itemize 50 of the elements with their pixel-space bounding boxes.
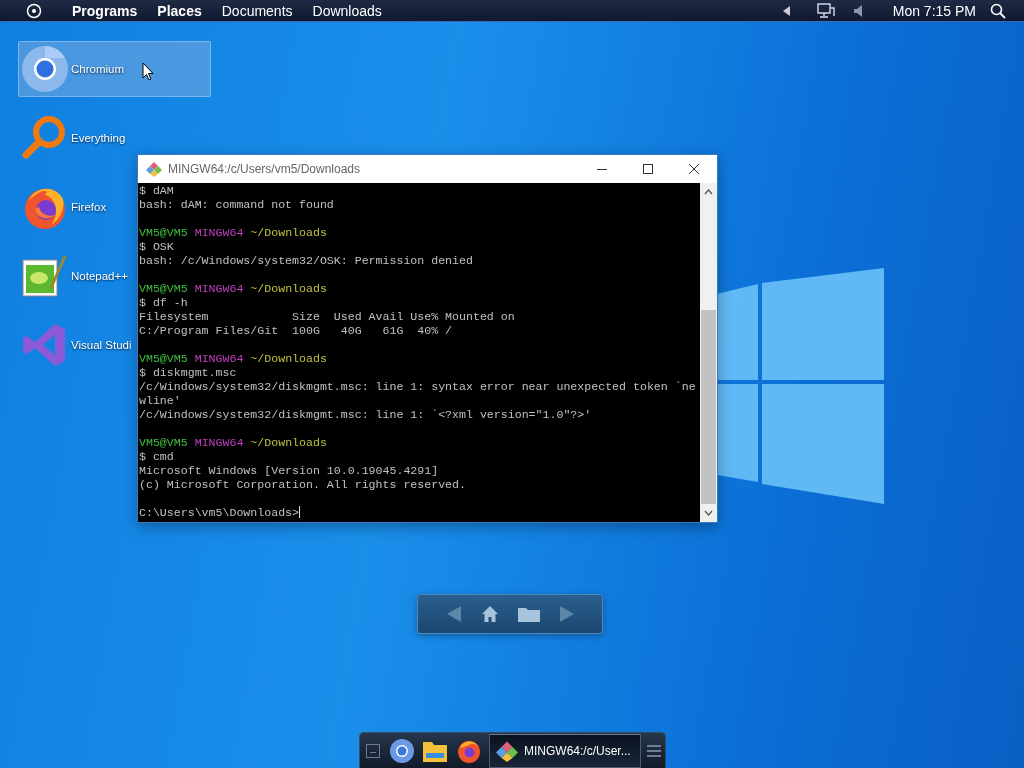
- scroll-thumb[interactable]: [701, 310, 716, 504]
- terminal-line: /c/Windows/system32/diskmgmt.msc: line 1: syntax error near unexpected token `ne: [139, 380, 697, 394]
- menu-button[interactable]: Places: [151, 0, 208, 21]
- fox-globe-icon[interactable]: [457, 738, 481, 763]
- terminal-line: $ diskmgmt.msc: [139, 366, 238, 380]
- terminal-line: Filesystem Size Used Avail Use% Mounted on: [139, 310, 516, 324]
- window-title: MINGW64:/c/Users/vm5/Downloads: [168, 162, 362, 176]
- menu-button[interactable]: Programs: [66, 0, 144, 21]
- terminal-line: $ df -h: [139, 296, 189, 310]
- diamond-logo-icon: [496, 739, 518, 762]
- network-icon[interactable]: [816, 2, 835, 19]
- prompt-line: VM5@VM5 MINGW64 ~/Downloads: [139, 226, 328, 240]
- scrollbar[interactable]: [700, 183, 717, 522]
- terminal-line: C:/Program Files/Git 100G 40G 61G 40% /: [139, 324, 454, 338]
- terminal-line: bash: dAM: command not found: [139, 198, 335, 212]
- prompt-line: VM5@VM5 MINGW64 ~/Downloads: [139, 282, 328, 296]
- folder-icon[interactable]: [517, 606, 540, 622]
- folder-icon[interactable]: [423, 739, 447, 762]
- minimize-icon: [597, 168, 607, 170]
- menu-circle-icon[interactable]: [26, 2, 42, 19]
- terminal-line: $ dAM: [139, 184, 175, 198]
- maximize-icon: [643, 164, 653, 174]
- menu-icon[interactable]: [647, 744, 661, 757]
- terminal-line: wline': [139, 394, 182, 408]
- speaker-icon[interactable]: [852, 3, 863, 18]
- home-icon[interactable]: [480, 605, 499, 623]
- terminal-line: $ OSK: [139, 240, 175, 254]
- prompt-line: VM5@VM5 MINGW64 ~/Downloads: [139, 436, 328, 450]
- task-button[interactable]: MINGW64:/c/User...: [489, 733, 641, 768]
- command-input[interactable]: C:\Users\vm5\Downloads>: [139, 506, 300, 519]
- bookmark-link[interactable]: Documents: [215, 0, 299, 21]
- diamond-logo-icon: [146, 161, 162, 177]
- search-icon[interactable]: [990, 2, 1006, 19]
- left-arrow-icon[interactable]: [782, 5, 791, 16]
- text-cursor: [299, 506, 301, 518]
- browser-icon[interactable]: [390, 738, 414, 763]
- terminal-line: $ cmd: [139, 450, 175, 464]
- terminal-line: bash: /c/Windows/system32/OSK: Permission denied: [139, 254, 474, 268]
- bookmark-link[interactable]: Downloads: [306, 0, 388, 21]
- terminal-line: (c) Microsoft Corporation. All rights reserved.: [139, 478, 467, 492]
- mouse-pointer-icon: [142, 62, 166, 81]
- prompt-line: VM5@VM5 MINGW64 ~/Downloads: [139, 352, 328, 366]
- scroll-down-icon[interactable]: [704, 510, 713, 516]
- close-icon: [689, 164, 699, 174]
- terminal-line: Microsoft Windows [Version 10.0.19045.4291]: [139, 464, 440, 478]
- terminal-line: /c/Windows/system32/diskmgmt.msc: line 1: `<?xml version="1.0"?>': [139, 408, 593, 422]
- browser-icon: [21, 45, 69, 93]
- scroll-up-icon[interactable]: [704, 189, 713, 195]
- show-desktop-icon[interactable]: [366, 743, 380, 758]
- clock[interactable]: Mon 7:15 PM: [892, 2, 976, 19]
